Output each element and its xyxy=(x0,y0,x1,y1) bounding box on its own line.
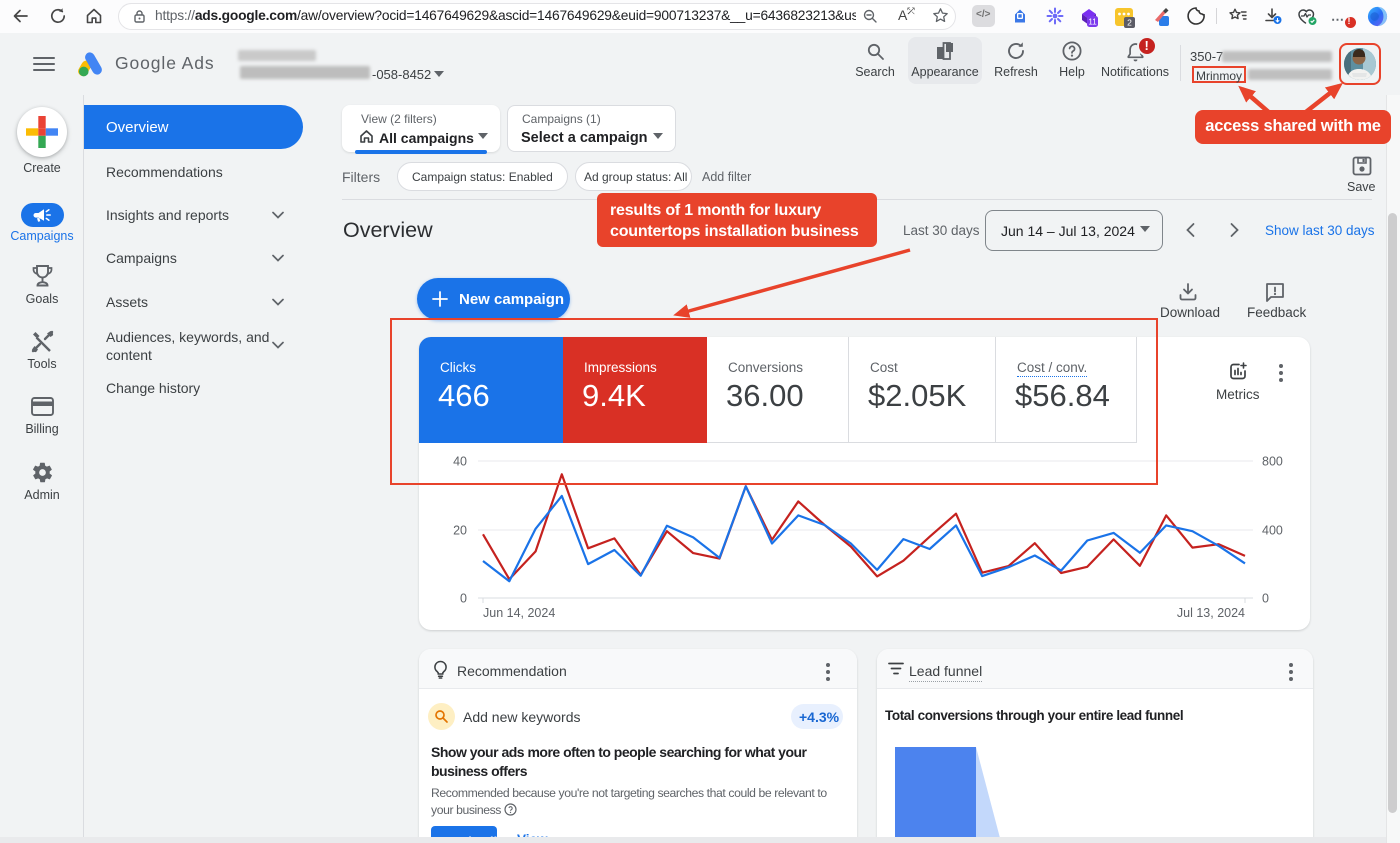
svg-text:400: 400 xyxy=(1262,524,1283,538)
svg-text:800: 800 xyxy=(1262,455,1283,469)
svg-text:Jul 13, 2024: Jul 13, 2024 xyxy=(1177,606,1245,620)
svg-text:Jun 14, 2024: Jun 14, 2024 xyxy=(483,606,555,620)
svg-text:20: 20 xyxy=(453,524,467,538)
svg-text:0: 0 xyxy=(460,592,467,606)
svg-text:0: 0 xyxy=(1262,592,1269,606)
svg-text:11: 11 xyxy=(1088,18,1097,27)
svg-text:2: 2 xyxy=(1127,18,1132,28)
